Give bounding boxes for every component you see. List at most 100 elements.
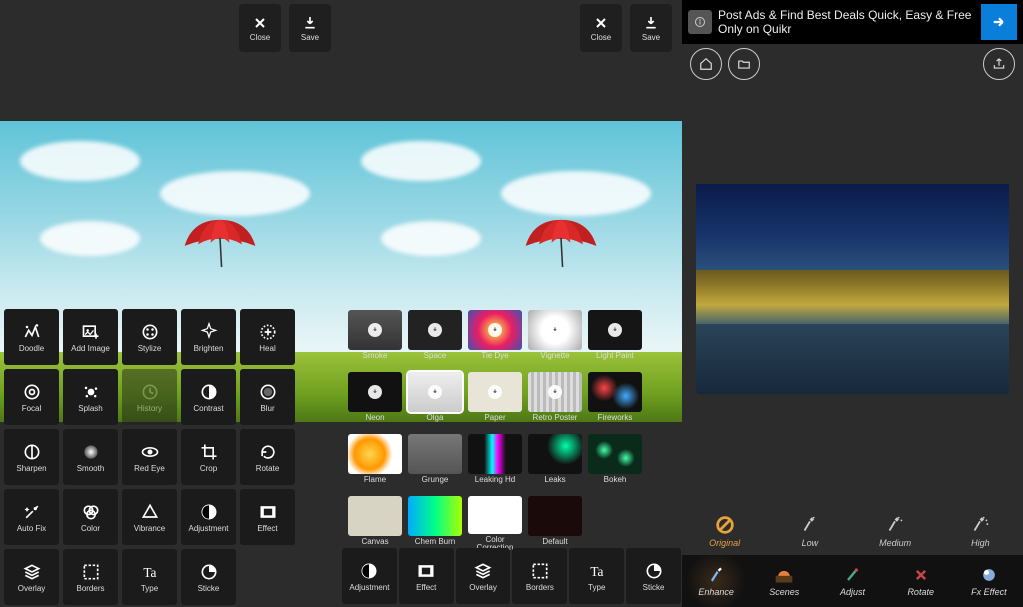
effect-flame[interactable]: Flame [348, 434, 402, 490]
cloud [381, 221, 481, 256]
ad-go-button[interactable] [981, 4, 1017, 40]
effect-olga[interactable]: Olga [408, 372, 462, 428]
effect-bokeh[interactable]: Bokeh [588, 434, 642, 490]
effect-label: Tie Dye [481, 352, 508, 360]
effect-thumb [528, 496, 582, 536]
tab-enhance[interactable]: Enhance [682, 555, 750, 607]
tool-doodle[interactable]: Doodle [4, 309, 59, 365]
tool-crop[interactable]: Crop [181, 429, 236, 485]
effect-retro-poster[interactable]: Retro Poster [528, 372, 582, 428]
effect-label: Light Paint [596, 352, 634, 360]
effect-thumb [528, 434, 582, 474]
tool-label: Auto Fix [17, 525, 46, 533]
open-button[interactable] [728, 48, 760, 80]
tool-sticker[interactable]: Sticke [181, 549, 236, 605]
tool-adjustment[interactable]: Adjustment [342, 548, 397, 604]
tool-auto-fix[interactable]: Auto Fix [4, 489, 59, 545]
tab-adjust[interactable]: Adjust [818, 555, 886, 607]
fx-effect-icon [979, 565, 999, 585]
tool-vibrance[interactable]: Vibrance [122, 489, 177, 545]
save-button[interactable]: Save [289, 4, 331, 52]
level-low[interactable]: Low [767, 507, 852, 555]
tool-label: Doodle [19, 345, 44, 353]
effect-neon[interactable]: Neon [348, 372, 402, 428]
ad-banner[interactable]: Post Ads & Find Best Deals Quick, Easy &… [682, 0, 1023, 44]
effect-thumb [528, 310, 582, 350]
effect-color-correction[interactable]: Color Correction [468, 496, 522, 552]
tool-contrast[interactable]: Contrast [181, 369, 236, 425]
effect-thumb [468, 496, 522, 534]
effect-light-paint[interactable]: Light Paint [588, 310, 642, 366]
save-button[interactable]: Save [630, 4, 672, 52]
effect-paper[interactable]: Paper [468, 372, 522, 428]
effect-thumb [408, 372, 462, 412]
effect-leaks[interactable]: Leaks [528, 434, 582, 490]
effect-fireworks[interactable]: Fireworks [588, 372, 642, 428]
effect-tie-dye[interactable]: Tie Dye [468, 310, 522, 366]
tool-smooth[interactable]: Smooth [63, 429, 118, 485]
effect-smoke[interactable]: Smoke [348, 310, 402, 366]
tab-fx-effect[interactable]: Fx Effect [955, 555, 1023, 607]
download-badge-icon [548, 323, 562, 337]
tool-type[interactable]: TaType [569, 548, 624, 604]
tool-brighten[interactable]: Brighten [181, 309, 236, 365]
tab-label: Scenes [769, 587, 799, 597]
tool-type[interactable]: TaType [122, 549, 177, 605]
tool-label: Type [141, 585, 158, 593]
effect-canvas[interactable]: Canvas [348, 496, 402, 552]
tool-blur[interactable]: Blur [240, 369, 295, 425]
tool-sharpen[interactable]: Sharpen [4, 429, 59, 485]
effect-space[interactable]: Space [408, 310, 462, 366]
effect-label: Default [542, 538, 567, 546]
bottom-tabs: Enhance Scenes AdjustRotateFx Effect [682, 555, 1023, 607]
effect-leaking-hd[interactable]: Leaking Hd [468, 434, 522, 490]
save-label: Save [301, 33, 319, 42]
tool-overlay[interactable]: Overlay [4, 549, 59, 605]
effect-chem-burn[interactable]: Chem Burn [408, 496, 462, 552]
tool-rotate[interactable]: Rotate [240, 429, 295, 485]
effect-thumb [528, 372, 582, 412]
download-icon [643, 15, 659, 31]
original-icon [714, 514, 736, 536]
close-button[interactable]: Close [239, 4, 281, 52]
history-icon [140, 382, 160, 402]
effect-thumb [588, 434, 642, 474]
tab-scenes[interactable]: Scenes [750, 555, 818, 607]
effect-label: Retro Poster [533, 414, 578, 422]
tool-color[interactable]: Color [63, 489, 118, 545]
download-badge-icon [488, 385, 502, 399]
info-icon [688, 10, 712, 34]
effect-label: Fireworks [598, 414, 633, 422]
vibrance-icon [140, 502, 160, 522]
effect-default[interactable]: Default [528, 496, 582, 552]
tab-rotate[interactable]: Rotate [887, 555, 955, 607]
tool-stylize[interactable]: Stylize [122, 309, 177, 365]
level-medium[interactable]: Medium [853, 507, 938, 555]
effect-grunge[interactable]: Grunge [408, 434, 462, 490]
image-canvas-right [696, 184, 1009, 394]
tool-sticker[interactable]: Sticke [626, 548, 681, 604]
close-button[interactable]: Close [580, 4, 622, 52]
type-icon: Ta [587, 561, 607, 581]
tool-red-eye[interactable]: Red Eye [122, 429, 177, 485]
doodle-icon [22, 322, 42, 342]
share-button[interactable] [983, 48, 1015, 80]
low-icon [799, 514, 821, 536]
effect-vignette[interactable]: Vignette [528, 310, 582, 366]
level-original[interactable]: Original [682, 507, 767, 555]
tool-splash[interactable]: Splash [63, 369, 118, 425]
tool-effect[interactable]: Effect [240, 489, 295, 545]
enhance-levels: OriginalLowMediumHigh [682, 507, 1023, 555]
tool-adjustment[interactable]: Adjustment [181, 489, 236, 545]
tool-label: Effect [416, 584, 436, 592]
home-button[interactable] [690, 48, 722, 80]
level-high[interactable]: High [938, 507, 1023, 555]
tool-focal[interactable]: Focal [4, 369, 59, 425]
tool-borders[interactable]: Borders [512, 548, 567, 604]
effect-label: Smoke [363, 352, 388, 360]
tool-add-image[interactable]: Add Image [63, 309, 118, 365]
tool-heal[interactable]: Heal [240, 309, 295, 365]
tool-borders[interactable]: Borders [63, 549, 118, 605]
tool-effect[interactable]: Effect [399, 548, 454, 604]
tool-overlay[interactable]: Overlay [456, 548, 511, 604]
